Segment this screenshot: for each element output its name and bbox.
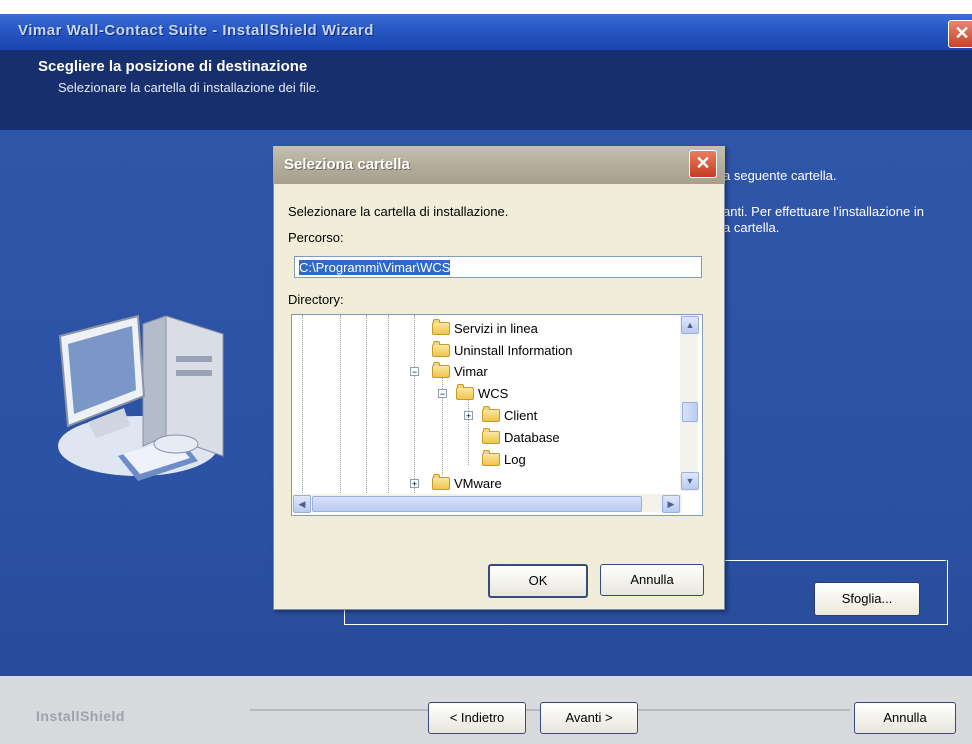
body-text-line-1: a seguente cartella. (723, 168, 837, 183)
wizard-cancel-label: Annulla (883, 710, 927, 725)
tree-item-vmware[interactable]: VMware (432, 474, 502, 494)
tree-item-database[interactable]: Database (482, 428, 560, 448)
body-text-line-3: a cartella. (723, 220, 780, 235)
folder-icon (432, 341, 450, 357)
group-divider (722, 560, 946, 561)
path-input-value: C:\Programmi\Vimar\WCS (299, 260, 451, 275)
tree-item-log[interactable]: Log (482, 450, 526, 470)
vertical-scroll-thumb[interactable] (682, 402, 698, 422)
tree-item-label: VMware (454, 476, 502, 491)
tree-item-label: Uninstall Information (454, 343, 573, 358)
header-title: Scegliere la posizione di destinazione (38, 58, 308, 75)
scroll-down-icon[interactable]: ▼ (681, 472, 699, 490)
ok-button-label: OK (528, 573, 548, 588)
dialog-close-icon[interactable]: ✕ (689, 150, 717, 178)
tree-guide-line (366, 315, 367, 495)
ok-button[interactable]: OK (488, 564, 588, 598)
folder-open-icon (456, 384, 474, 400)
dialog-cancel-button[interactable]: Annulla (600, 564, 704, 596)
folder-icon (482, 450, 500, 466)
collapse-icon[interactable]: − (438, 389, 447, 399)
path-label: Percorso: (288, 230, 344, 245)
back-button[interactable]: < Indietro (428, 702, 526, 734)
wizard-cancel-button[interactable]: Annulla (854, 702, 956, 734)
directory-tree[interactable]: Servizi in linea Uninstall Information −… (291, 314, 703, 516)
tree-item-uninstall-information[interactable]: Uninstall Information (432, 341, 573, 361)
tree-item-client[interactable]: Client (482, 406, 537, 426)
scroll-up-icon[interactable]: ▲ (681, 316, 699, 334)
directory-label: Directory: (288, 292, 344, 307)
tree-item-label: Client (504, 408, 538, 423)
tree-item-servizi-in-linea[interactable]: Servizi in linea (432, 319, 538, 339)
header-subtitle: Selezionare la cartella di installazione… (58, 80, 320, 95)
folder-icon (432, 319, 450, 335)
tree-guide-line (340, 315, 341, 495)
tree-guide-line (414, 315, 415, 495)
next-button[interactable]: Avanti > (540, 702, 638, 734)
expand-icon[interactable]: + (464, 411, 473, 421)
folder-icon (482, 406, 500, 422)
back-button-label: < Indietro (449, 710, 505, 725)
folder-open-icon (432, 362, 450, 378)
tree-guide-line (388, 315, 389, 495)
computer-illustration-icon (58, 314, 224, 481)
horizontal-scroll-thumb[interactable] (312, 496, 642, 512)
browse-button-label: Sfoglia... (841, 591, 893, 606)
collapse-icon[interactable]: − (410, 367, 419, 377)
tree-item-label: Vimar (454, 364, 488, 379)
dialog-prompt: Selezionare la cartella di installazione… (288, 204, 509, 219)
folder-icon (432, 474, 450, 490)
browse-button[interactable]: Sfoglia... (814, 582, 920, 616)
tree-item-label: Database (504, 430, 560, 445)
tree-item-wcs[interactable]: WCS (456, 384, 508, 404)
scroll-left-icon[interactable]: ◀ (293, 495, 311, 513)
logo-text: InstallShield (36, 708, 125, 724)
tree-guide-line (302, 315, 303, 495)
tree-item-label: WCS (478, 386, 509, 401)
tree-item-label: Servizi in linea (454, 321, 538, 336)
expand-icon[interactable]: + (410, 479, 419, 489)
wizard-close-icon[interactable]: ✕ (948, 20, 972, 48)
dialog-cancel-label: Annulla (630, 572, 674, 587)
dialog-title: Seleziona cartella (284, 156, 410, 173)
installshield-logo: InstallShield (36, 708, 125, 724)
next-button-label: Avanti > (565, 710, 613, 725)
wizard-title: Vimar Wall-Contact Suite - InstallShield… (18, 22, 374, 39)
scroll-right-icon[interactable]: ▶ (662, 495, 680, 513)
path-input[interactable]: C:\Programmi\Vimar\WCS (294, 256, 702, 278)
body-text-line-2: anti. Per effettuare l'installazione in (723, 204, 924, 219)
tree-item-label: Log (504, 452, 526, 467)
folder-icon (482, 428, 500, 444)
tree-item-vimar[interactable]: Vimar (432, 362, 488, 382)
tree-guide-line (468, 395, 469, 465)
